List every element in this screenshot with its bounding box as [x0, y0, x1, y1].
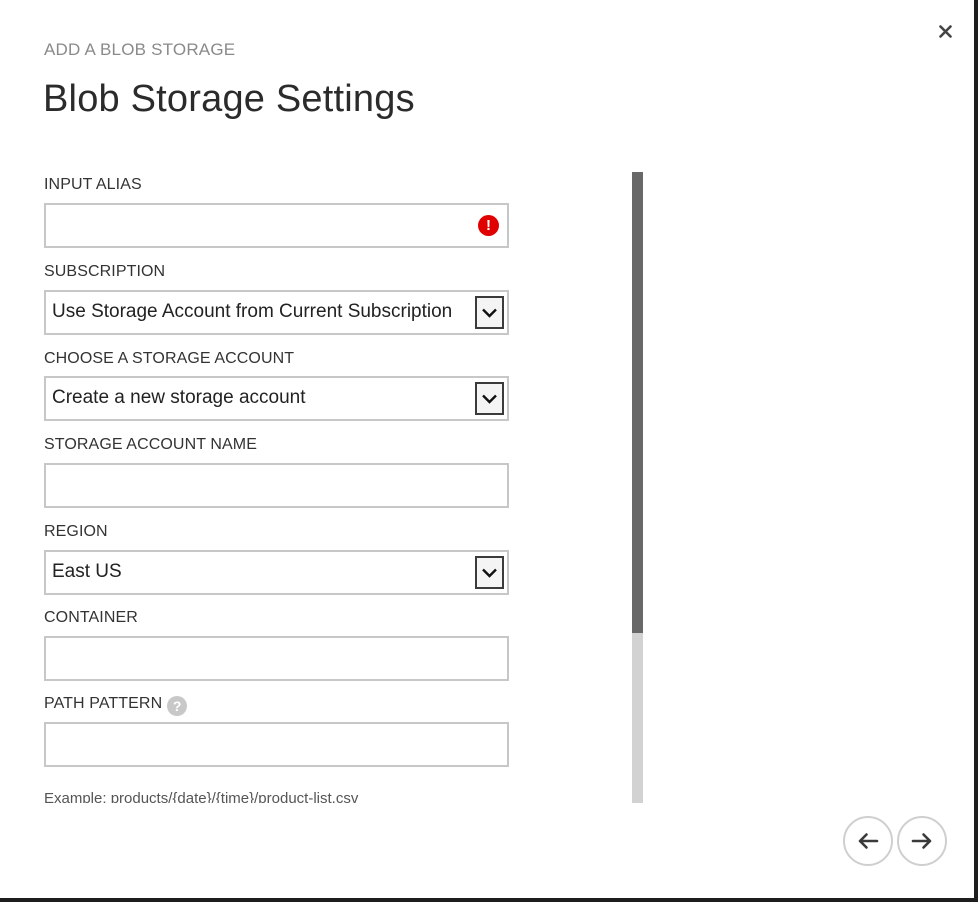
storage-account-select[interactable]: Create a new storage account: [44, 376, 509, 421]
chevron-down-icon: [482, 568, 497, 578]
close-icon: [938, 24, 952, 38]
scrollbar-thumb[interactable]: [632, 172, 643, 633]
window-edge-bottom: [0, 898, 978, 902]
help-icon[interactable]: ?: [167, 696, 188, 716]
input-alias-field[interactable]: !: [44, 203, 509, 248]
window-edge-right: [974, 0, 978, 902]
chevron-down-icon: [482, 308, 497, 318]
subscription-select[interactable]: Use Storage Account from Current Subscri…: [44, 290, 509, 335]
path-pattern-example: Example: products/{date}/{time}/product-…: [44, 790, 359, 803]
subscription-dropdown-button[interactable]: [475, 296, 504, 329]
path-pattern-label-row: PATH PATTERN?: [44, 695, 188, 716]
settings-form: INPUT ALIAS ! SUBSCRIPTION Use Storage A…: [0, 172, 632, 803]
container-field[interactable]: [44, 636, 509, 681]
path-pattern-label: PATH PATTERN: [44, 695, 163, 712]
subscription-value: Use Storage Account from Current Subscri…: [52, 301, 453, 322]
form-scrollbar[interactable]: [632, 172, 643, 803]
storage-account-dropdown-button[interactable]: [475, 382, 504, 415]
error-icon: !: [478, 215, 499, 236]
path-pattern-field[interactable]: [44, 722, 509, 767]
back-button[interactable]: [843, 816, 893, 866]
close-button[interactable]: [934, 20, 956, 42]
storage-account-label: CHOOSE A STORAGE ACCOUNT: [44, 350, 295, 367]
region-dropdown-button[interactable]: [475, 556, 504, 589]
arrow-left-icon: [858, 833, 879, 849]
input-alias-label: INPUT ALIAS: [44, 176, 142, 193]
storage-account-name-field[interactable]: [44, 463, 509, 508]
storage-account-value: Create a new storage account: [52, 387, 306, 408]
region-label: REGION: [44, 523, 108, 540]
chevron-down-icon: [482, 394, 497, 404]
page-title: Blob Storage Settings: [43, 78, 415, 120]
storage-account-name-label: STORAGE ACCOUNT NAME: [44, 436, 257, 453]
container-label: CONTAINER: [44, 609, 138, 626]
subscription-label: SUBSCRIPTION: [44, 263, 166, 280]
region-select[interactable]: East US: [44, 550, 509, 595]
next-button[interactable]: [897, 816, 947, 866]
arrow-right-icon: [911, 833, 932, 849]
region-value: East US: [52, 561, 122, 582]
dialog-subtitle: ADD A BLOB STORAGE: [44, 40, 236, 59]
